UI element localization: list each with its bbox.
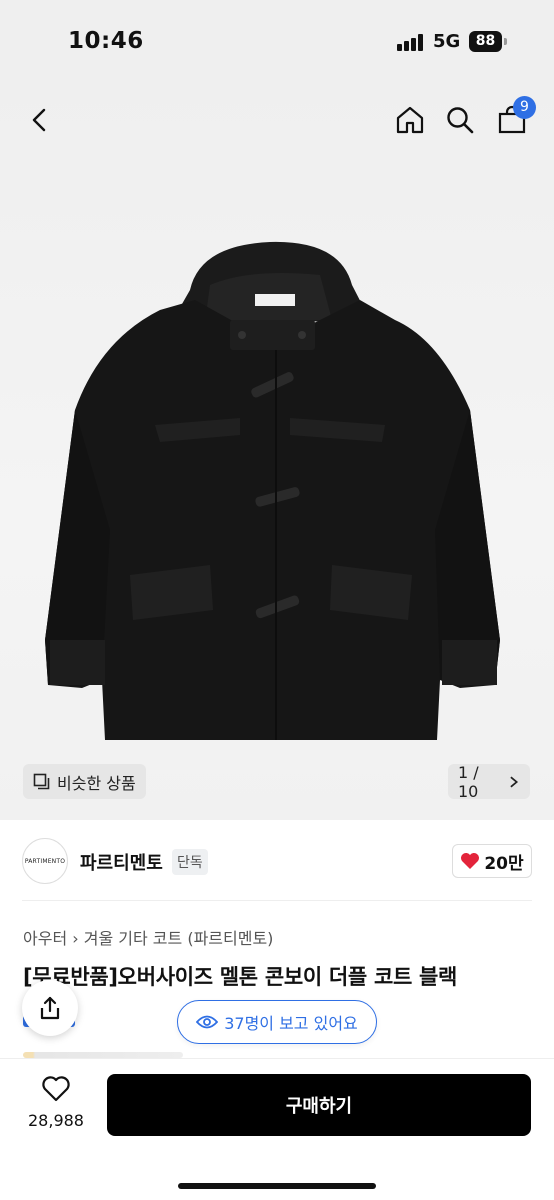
signal-icon [397, 33, 425, 51]
seller-row[interactable]: PARTIMENTO 파르티멘토 단독 20만 [22, 838, 532, 884]
status-time: 10:46 [68, 28, 144, 54]
wishlist-button[interactable]: 28,988 [20, 1075, 92, 1130]
image-page-indicator[interactable]: 1 / 10 [448, 762, 530, 801]
bottom-action-bar: 28,988 구매하기 [0, 1058, 554, 1200]
product-image [45, 241, 500, 740]
share-icon [40, 996, 60, 1020]
cart-button[interactable]: 9 [492, 96, 536, 140]
battery-icon: 88 [469, 31, 502, 52]
chevron-left-icon [32, 108, 46, 132]
similar-products-button[interactable]: 비슷한 상품 [23, 764, 146, 799]
breadcrumb: 아우터 › 겨울 기타 코트 (파르티멘토) [23, 925, 273, 949]
network-label: 5G [433, 31, 461, 52]
wishlist-count: 28,988 [28, 1111, 84, 1130]
search-button[interactable] [440, 100, 480, 140]
chevron-right-icon [510, 776, 519, 787]
status-bar: 10:46 5G 88 [0, 0, 554, 80]
battery-tip [504, 38, 507, 45]
heart-outline-icon [42, 1076, 70, 1102]
eye-icon [196, 1015, 219, 1029]
product-image-area[interactable]: 9 비슷한 상품 1 / 10 [0, 80, 554, 820]
brand-logo-text: PARTIMENTO [24, 857, 66, 865]
brand-logo[interactable]: PARTIMENTO [22, 838, 68, 884]
exclusive-badge: 단독 [172, 849, 208, 875]
breadcrumb-separator: › [72, 929, 84, 948]
home-button[interactable] [390, 100, 430, 140]
share-button[interactable] [22, 980, 78, 1036]
product-title: [무료반품]오버사이즈 멜톤 콘보이 더플 코트 블랙 [23, 965, 458, 989]
brand-like-button[interactable]: 20만 [452, 844, 532, 878]
buy-button[interactable]: 구매하기 [107, 1074, 531, 1136]
back-button[interactable] [20, 100, 60, 140]
seller-name[interactable]: 파르티멘토 [80, 849, 163, 875]
home-indicator [178, 1183, 376, 1189]
brand-like-count: 20만 [484, 853, 524, 874]
page-indicator-text: 1 / 10 [458, 762, 479, 801]
copy-icon [33, 773, 50, 789]
home-icon [396, 106, 424, 134]
heart-filled-icon [461, 853, 480, 869]
search-icon [447, 107, 474, 134]
cart-count-badge: 9 [513, 96, 536, 119]
similar-label: 비슷한 상품 [57, 773, 136, 793]
breadcrumb-item[interactable]: 아우터 [23, 929, 67, 948]
breadcrumb-item[interactable]: 겨울 기타 코트 (파르티멘토) [84, 929, 274, 948]
divider [22, 900, 532, 901]
viewers-label: 37명이 보고 있어요 [224, 1014, 358, 1033]
viewers-toast: 37명이 보고 있어요 [177, 1000, 377, 1044]
